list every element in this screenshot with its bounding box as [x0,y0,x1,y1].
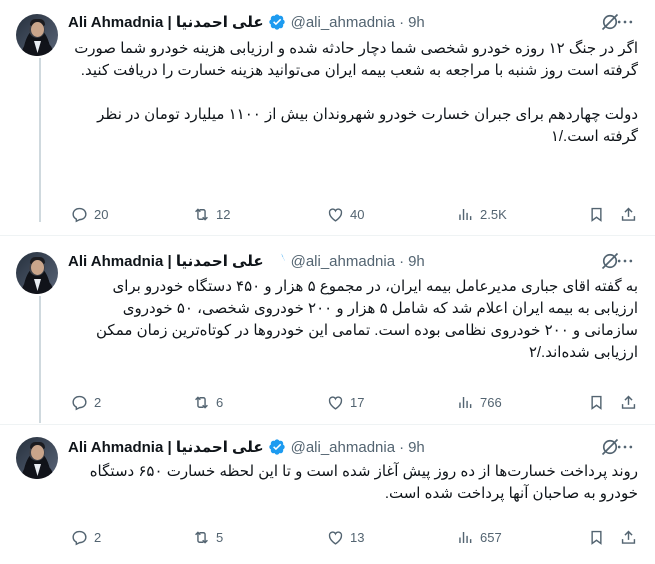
share-button[interactable] [619,205,638,224]
tweet-actions: 20 12 40 2.5K [62,201,642,227]
more-icon[interactable] [615,251,635,271]
views-button[interactable]: 766 [456,393,502,412]
views-icon [459,208,472,220]
separator-dot: · [399,13,405,31]
like-count: 17 [350,394,365,410]
handle[interactable]: @ali_ahmadnia [291,253,395,270]
display-name[interactable]: Ali Ahmadnia | علی احمدنیا [68,13,264,31]
bookmark-icon [591,530,602,545]
repost-count: 6 [216,394,224,410]
share-button[interactable] [619,528,638,547]
reply-icon [72,395,87,410]
reply-count: 20 [94,206,109,222]
views-icon [459,396,472,408]
tweet-divider [0,235,655,236]
reply-count: 2 [94,394,102,410]
views-count: 657 [480,529,502,545]
bookmark-button[interactable] [587,528,606,547]
share-icon [621,530,636,544]
share-icon [621,207,636,221]
display-name[interactable]: Ali Ahmadnia | علی احمدنیا [68,252,264,270]
avatar[interactable] [16,14,58,56]
bookmark-button[interactable] [587,205,606,224]
timestamp[interactable]: 9h [408,253,425,270]
like-icon [328,207,343,222]
bookmark-button[interactable] [587,393,606,412]
like-count: 13 [350,529,365,545]
like-icon [328,395,343,410]
views-button[interactable]: 657 [456,528,502,547]
handle[interactable]: @ali_ahmadnia [291,439,395,456]
repost-count: 12 [216,206,231,222]
views-icon [459,531,472,543]
reply-icon [72,207,87,222]
avatar[interactable] [16,252,58,294]
tweet-header: Ali Ahmadnia | علی احمدنیا @ali_ahmadnia… [68,11,648,33]
repost-count: 5 [216,529,224,545]
views-count: 2.5K [480,206,507,222]
like-icon [328,530,343,545]
verified-badge-icon [268,438,286,456]
bookmark-icon [591,395,602,410]
tweet-actions: 2 5 13 657 [62,524,642,550]
tweet-text: روند پرداخت خسارت‌ها از ده روز پیش آغاز … [85,463,638,502]
tweet-divider [0,424,655,425]
share-button[interactable] [619,393,638,412]
repost-icon [195,395,208,409]
repost-button[interactable]: 5 [192,528,223,547]
handle[interactable]: @ali_ahmadnia [291,14,395,31]
reply-button[interactable]: 2 [70,528,101,547]
views-count: 766 [480,394,502,410]
thread-line [39,58,41,222]
tweet-text: اگر در جنگ ۱۲ روزه خودرو شخصی شما دچار ح… [74,40,638,145]
reply-icon [72,530,87,545]
avatar[interactable] [16,437,58,479]
share-icon [621,395,636,409]
thread-line [39,296,41,423]
tweet-header: Ali Ahmadnia | علی احمدنیا @ali_ahmadnia… [68,250,648,272]
separator-dot: · [399,252,405,270]
timestamp[interactable]: 9h [408,14,425,31]
like-count: 40 [350,206,365,222]
more-icon[interactable] [615,437,635,457]
reply-count: 2 [94,529,102,545]
like-button[interactable]: 13 [326,528,364,547]
tweet-thread: Ali Ahmadnia | علی احمدنیا @ali_ahmadnia… [0,0,655,564]
repost-icon [195,207,208,221]
bookmark-icon [591,207,602,222]
repost-button[interactable]: 12 [192,205,230,224]
tweet-header: Ali Ahmadnia | علی احمدنیا @ali_ahmadnia… [68,436,648,458]
timestamp[interactable]: 9h [408,439,425,456]
verified-badge-icon [268,252,286,270]
separator-dot: · [399,438,405,456]
more-icon[interactable] [615,12,635,32]
tweet-text: به گفته اقای جباری مدیرعامل بیمه ایران، … [91,278,638,361]
display-name[interactable]: Ali Ahmadnia | علی احمدنیا [68,438,264,456]
views-button[interactable]: 2.5K [456,205,507,224]
reply-button[interactable]: 20 [70,205,108,224]
tweet-actions: 2 6 17 766 [62,389,642,415]
repost-icon [195,530,208,544]
like-button[interactable]: 17 [326,393,364,412]
repost-button[interactable]: 6 [192,393,223,412]
like-button[interactable]: 40 [326,205,364,224]
reply-button[interactable]: 2 [70,393,101,412]
verified-badge-icon [268,13,286,31]
